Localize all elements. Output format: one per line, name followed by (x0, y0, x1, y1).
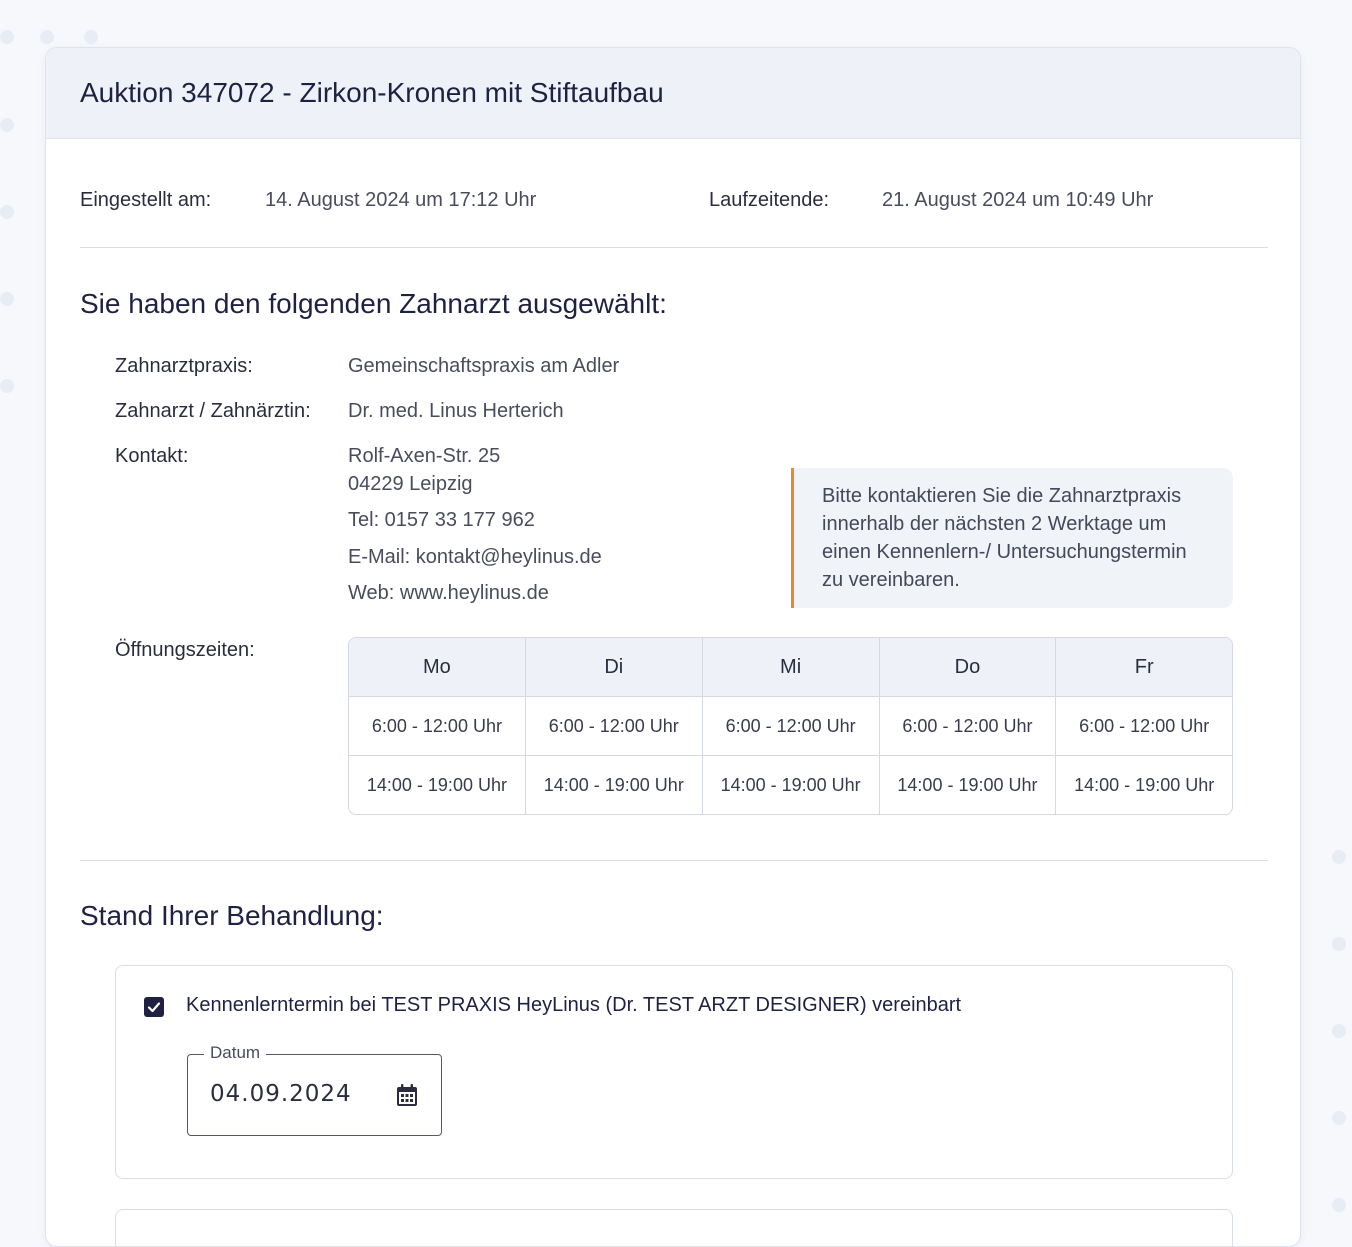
posted-value: 14. August 2024 um 17:12 Uhr (265, 189, 537, 211)
afternoon-hours-row: 14:00 - 19:00 Uhr 14:00 - 19:00 Uhr 14:0… (349, 756, 1232, 814)
posted-label: Eingestellt am: (80, 189, 212, 211)
date-field-label: Datum (204, 1043, 267, 1063)
calendar-icon[interactable] (395, 1083, 419, 1107)
background-dot (84, 30, 98, 44)
hours-cell: 6:00 - 12:00 Uhr (702, 697, 880, 756)
hours-cell: 14:00 - 19:00 Uhr (1074, 774, 1215, 795)
practice-label: Zahnarztpraxis: (115, 355, 253, 377)
treatment-heading: Stand Ihrer Behandlung: (80, 900, 384, 931)
background-dot (40, 30, 54, 44)
hours-cell: 6:00 - 12:00 Uhr (879, 697, 1057, 756)
hours-cell: 6:00 - 12:00 Uhr (1056, 697, 1232, 756)
end-label: Laufzeitende: (709, 189, 830, 211)
hours-label: Öffnungszeiten: (115, 639, 255, 661)
dentist-heading: Sie haben den folgenden Zahnarzt ausgewä… (80, 288, 667, 319)
day-header: Di (525, 638, 703, 697)
day-header: Fr (1056, 638, 1232, 697)
auction-title: Auktion 347072 - Zirkon-Kronen mit Stift… (80, 77, 664, 108)
contact-email[interactable]: E-Mail: kontakt@heylinus.de (348, 546, 602, 569)
contact-city: 04229 Leipzig (348, 473, 473, 495)
background-dot (0, 118, 14, 132)
divider (80, 860, 1268, 861)
contact-label: Kontakt: (115, 445, 189, 467)
background-dot (0, 30, 14, 44)
background-dot (1332, 1111, 1346, 1125)
doctor-value: Dr. med. Linus Herterich (348, 400, 564, 422)
date-field[interactable]: Datum 04.09.2024 (187, 1043, 442, 1136)
date-value[interactable]: 04.09.2024 (210, 1081, 352, 1107)
divider (80, 247, 1268, 248)
background-dot (0, 379, 14, 393)
contact-notice: Bitte kontaktieren Sie die Zahnarztpraxi… (791, 468, 1233, 608)
contact-phone[interactable]: Tel: 0157 33 177 962 (348, 509, 535, 532)
day-header: Mo (349, 638, 526, 697)
background-dot (0, 205, 14, 219)
hours-cell: 14:00 - 19:00 Uhr (526, 756, 703, 814)
contact-web[interactable]: Web: www.heylinus.de (348, 582, 549, 605)
morning-hours-row: 6:00 - 12:00 Uhr 6:00 - 12:00 Uhr 6:00 -… (349, 697, 1232, 756)
day-header: Mi (702, 638, 880, 697)
background-dot (0, 292, 14, 306)
background-dot (1332, 937, 1346, 951)
step-checkbox[interactable] (144, 997, 164, 1017)
check-icon (147, 1002, 161, 1013)
treatment-step: Kennenlerntermin bei TEST PRAXIS HeyLinu… (115, 965, 1233, 1179)
auction-card: Auktion 347072 - Zirkon-Kronen mit Stift… (45, 47, 1301, 1247)
background-dot (1332, 1024, 1346, 1038)
day-header: Do (879, 638, 1057, 697)
contact-street: Rolf-Axen-Str. 25 (348, 445, 501, 467)
hours-cell: 14:00 - 19:00 Uhr (703, 756, 880, 814)
practice-value: Gemeinschaftspraxis am Adler (348, 355, 620, 377)
treatment-step (115, 1209, 1233, 1246)
hours-cell: 14:00 - 19:00 Uhr (349, 756, 526, 814)
card-header: Auktion 347072 - Zirkon-Kronen mit Stift… (46, 48, 1300, 139)
hours-cell: 6:00 - 12:00 Uhr (525, 697, 703, 756)
hours-cell: 14:00 - 19:00 Uhr (880, 756, 1057, 814)
doctor-label: Zahnarzt / Zahnärztin: (115, 400, 311, 422)
hours-cell: 6:00 - 12:00 Uhr (349, 697, 526, 756)
step-text: Kennenlerntermin bei TEST PRAXIS HeyLinu… (186, 994, 962, 1016)
end-value: 21. August 2024 um 10:49 Uhr (882, 189, 1154, 211)
background-dot (1332, 1198, 1346, 1212)
background-dot (1332, 850, 1346, 864)
opening-hours-table: Mo Di Mi Do Fr 6:00 - 12:00 Uhr 6:00 - 1… (348, 637, 1233, 815)
